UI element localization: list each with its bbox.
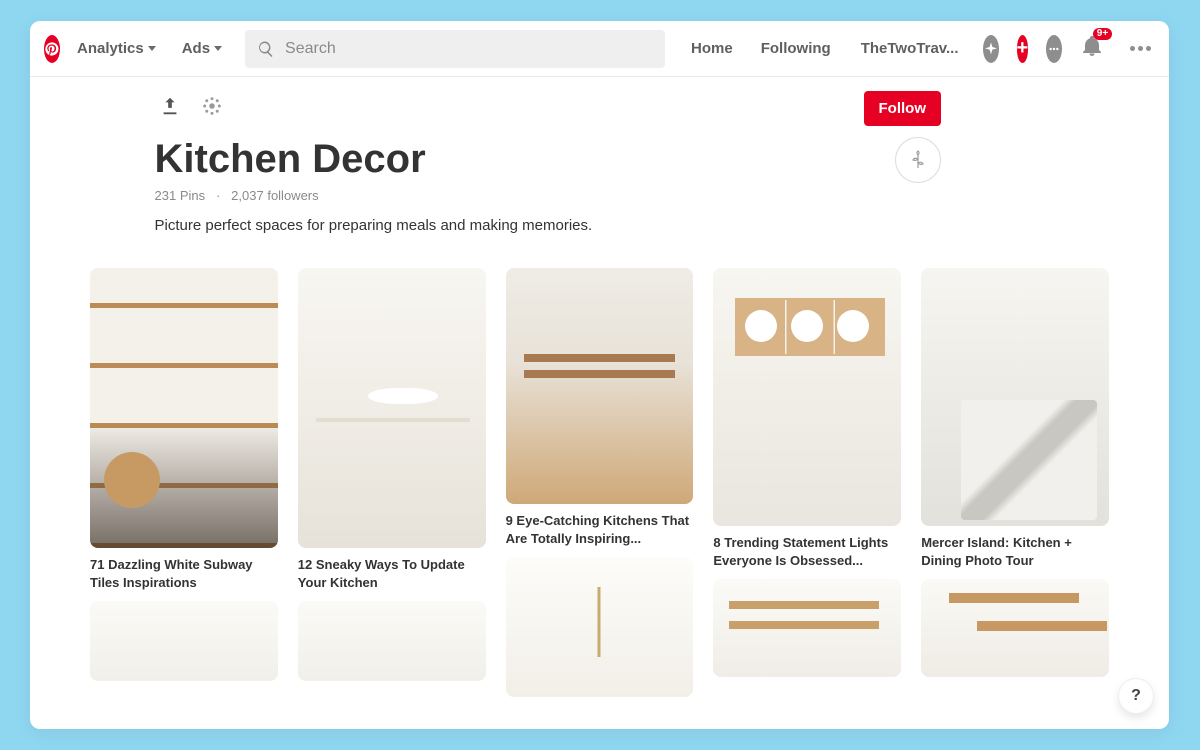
- app-shell: Analytics Ads Home Following TheTwoTrav.…: [30, 21, 1169, 729]
- search-field[interactable]: [245, 30, 665, 68]
- search-input[interactable]: [285, 40, 653, 58]
- account-username[interactable]: TheTwoTrav...: [861, 40, 959, 57]
- board-description: Picture perfect spaces for preparing mea…: [155, 217, 1045, 234]
- follower-suffix: followers: [267, 188, 318, 203]
- pin-image: [921, 268, 1109, 526]
- pin-card[interactable]: Mercer Island: Kitchen + Dining Photo To…: [921, 268, 1109, 569]
- menu-label: Ads: [182, 40, 210, 57]
- pin-title: 9 Eye-Catching Kitchens That Are Totally…: [506, 512, 694, 547]
- pin-card[interactable]: [90, 601, 278, 681]
- board-owner-avatar[interactable]: [895, 137, 941, 183]
- analytics-menu[interactable]: Analytics: [68, 40, 165, 57]
- pin-image: [506, 557, 694, 697]
- pinterest-logo-icon[interactable]: [44, 35, 60, 63]
- board-meta: 231 Pins · 2,037 followers: [155, 188, 1045, 203]
- pin-count-suffix: Pins: [180, 188, 205, 203]
- pin-image: [713, 268, 901, 526]
- pin-image: [713, 579, 901, 677]
- nav-home[interactable]: Home: [681, 40, 743, 57]
- follower-count: 2,037: [231, 188, 264, 203]
- chevron-down-icon: [214, 46, 222, 51]
- pin-image: [506, 268, 694, 504]
- pin-title: 12 Sneaky Ways To Update Your Kitchen: [298, 556, 486, 591]
- pin-card[interactable]: 8 Trending Statement Lights Everyone Is …: [713, 268, 901, 569]
- pin-card[interactable]: [298, 601, 486, 681]
- menu-label: Analytics: [77, 40, 144, 57]
- pin-image: [298, 268, 486, 548]
- sprig-icon: [906, 148, 930, 172]
- notif-badge: 9+: [1093, 28, 1112, 40]
- pin-count: 231: [155, 188, 177, 203]
- pin-grid: 71 Dazzling White Subway Tiles Inspirati…: [30, 234, 1169, 697]
- explore-icon[interactable]: [983, 35, 999, 63]
- notifications-button[interactable]: 9+: [1080, 34, 1104, 63]
- organize-icon[interactable]: [201, 95, 223, 117]
- more-menu-icon[interactable]: [1124, 40, 1157, 57]
- pin-card[interactable]: [506, 557, 694, 697]
- pin-card[interactable]: [921, 579, 1109, 677]
- pin-card[interactable]: 9 Eye-Catching Kitchens That Are Totally…: [506, 268, 694, 547]
- search-icon: [257, 40, 275, 58]
- pin-card[interactable]: 12 Sneaky Ways To Update Your Kitchen: [298, 268, 486, 591]
- pin-image: [90, 601, 278, 681]
- pin-card[interactable]: [713, 579, 901, 677]
- pin-image: [921, 579, 1109, 677]
- upload-icon[interactable]: [159, 95, 181, 117]
- nav-following[interactable]: Following: [751, 40, 841, 57]
- board-header: Kitchen Decor 231 Pins · 2,037 followers…: [30, 77, 1169, 234]
- pin-image: [90, 268, 278, 548]
- pin-title: Mercer Island: Kitchen + Dining Photo To…: [921, 534, 1109, 569]
- help-button[interactable]: ?: [1119, 679, 1153, 713]
- follow-button[interactable]: Follow: [864, 91, 942, 126]
- chevron-down-icon: [148, 46, 156, 51]
- pin-title: 8 Trending Statement Lights Everyone Is …: [713, 534, 901, 569]
- pin-image: [298, 601, 486, 681]
- pin-card[interactable]: 71 Dazzling White Subway Tiles Inspirati…: [90, 268, 278, 591]
- messages-icon[interactable]: [1046, 35, 1062, 63]
- ads-menu[interactable]: Ads: [173, 40, 231, 57]
- topbar: Analytics Ads Home Following TheTwoTrav.…: [30, 21, 1169, 77]
- create-pin-button[interactable]: +: [1017, 35, 1029, 63]
- meta-separator: ·: [216, 188, 220, 203]
- pin-title: 71 Dazzling White Subway Tiles Inspirati…: [90, 556, 278, 591]
